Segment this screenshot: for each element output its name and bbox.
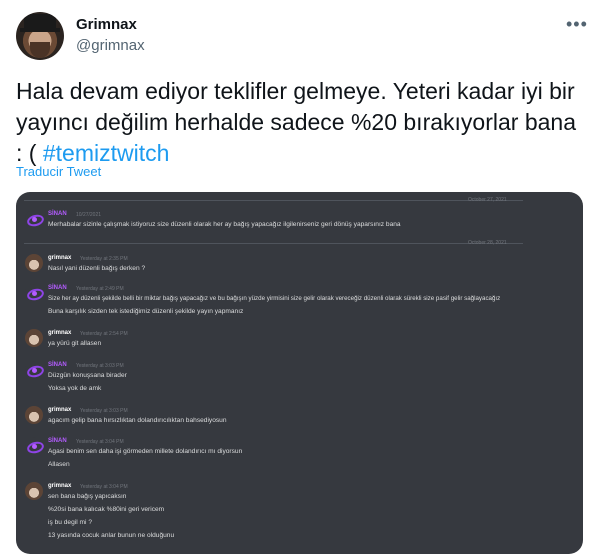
message-line: Agasi benim sen daha işi görmeden millet…: [48, 448, 243, 455]
author-handle[interactable]: @grimnax: [76, 37, 145, 54]
message-line: Buna karşılık sizden tek istediğimiz düz…: [48, 308, 244, 315]
message-line: Merhabalar sizinle çalışmak istiyoruz si…: [48, 221, 401, 228]
date-divider: [24, 200, 523, 201]
message-author: SİNAN: [48, 362, 67, 368]
message-timestamp: Yesterday at 3:04 PM: [80, 484, 128, 490]
message-timestamp: Yesterday at 2:54 PM: [80, 331, 128, 337]
message-author: grimnax: [48, 483, 72, 489]
message-timestamp: Yesterday at 2:49 PM: [76, 286, 124, 292]
message-author: SİNAN: [48, 438, 67, 444]
message-line: Size her ay düzenli şekilde belli bir mi…: [48, 295, 501, 302]
message-author: SİNAN: [48, 285, 67, 291]
message-line: Düzgün konuşsana birader: [48, 372, 127, 379]
message-timestamp: Yesterday at 3:03 PM: [76, 363, 124, 369]
message-line: ya yürü git allasen: [48, 340, 102, 347]
author-name[interactable]: Grimnax: [76, 16, 137, 33]
translate-tweet-link[interactable]: Traducir Tweet: [16, 164, 101, 179]
author-avatar[interactable]: [16, 12, 64, 60]
message-line: sen bana bağış yapıcaksın: [48, 493, 127, 500]
sinan-avatar-icon: [25, 284, 43, 302]
message-timestamp: Yesterday at 3:04 PM: [76, 439, 124, 445]
divider-date: October 28, 2021: [468, 240, 507, 246]
message-author: grimnax: [48, 407, 72, 413]
grimnax-avatar-icon: [25, 482, 43, 500]
message-timestamp: Yesterday at 3:03 PM: [80, 408, 128, 414]
hashtag-link[interactable]: #temiztwitch: [43, 140, 170, 166]
avatar-beard: [30, 42, 50, 58]
message-author: grimnax: [48, 255, 72, 261]
message-line: Allasen: [48, 461, 70, 468]
avatar-hat-brim: [20, 28, 60, 32]
grimnax-avatar-icon: [25, 329, 43, 347]
tweet-text: Hala devam ediyor teklifler gelmeye. Yet…: [16, 76, 588, 169]
divider-date: October 27, 2021: [468, 197, 507, 203]
message-line: iş bu degil mi ?: [48, 519, 92, 526]
date-divider: [24, 243, 523, 244]
grimnax-avatar-icon: [25, 406, 43, 424]
message-timestamp: 10/27/2021: [76, 212, 102, 218]
sinan-avatar-icon: [25, 437, 43, 455]
sinan-avatar-icon: [25, 361, 43, 379]
grimnax-avatar-icon: [25, 254, 43, 272]
message-line: Nasıl yani düzenli bağış derken ?: [48, 265, 146, 272]
sinan-avatar-icon: [25, 210, 43, 228]
message-author: SİNAN: [48, 211, 67, 217]
message-author: grimnax: [48, 330, 72, 336]
discord-screenshot[interactable]: October 27, 2021 SİNAN 10/27/2021 Merhab…: [16, 192, 583, 554]
message-line: agacım gelip bana hırsızlıktan dolandırı…: [48, 417, 227, 424]
message-line: Yoksa yok de amk: [48, 385, 102, 392]
message-line: %20si bana kalıcak %80ini geri vericem: [48, 506, 165, 513]
message-line: 13 yasında cocuk anlar bunun ne olduğunu: [48, 532, 175, 539]
message-timestamp: Yesterday at 2:35 PM: [80, 256, 128, 262]
more-horizontal-icon[interactable]: •••: [566, 14, 588, 35]
